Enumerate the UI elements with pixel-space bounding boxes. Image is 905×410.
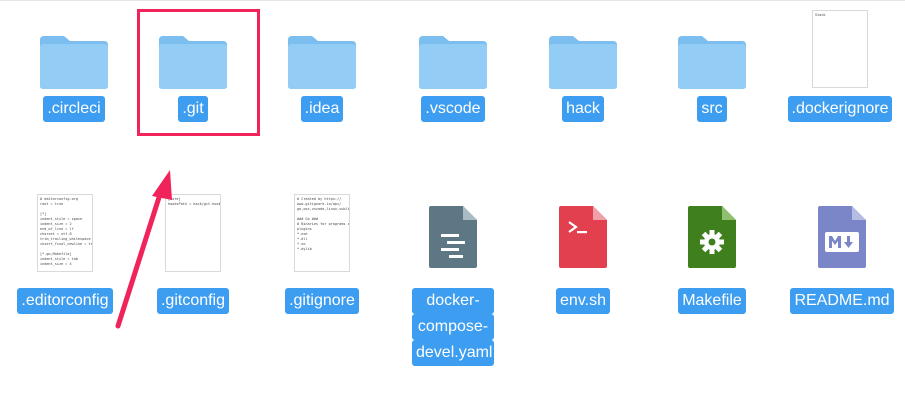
annotation-arrow-icon [115,170,172,329]
